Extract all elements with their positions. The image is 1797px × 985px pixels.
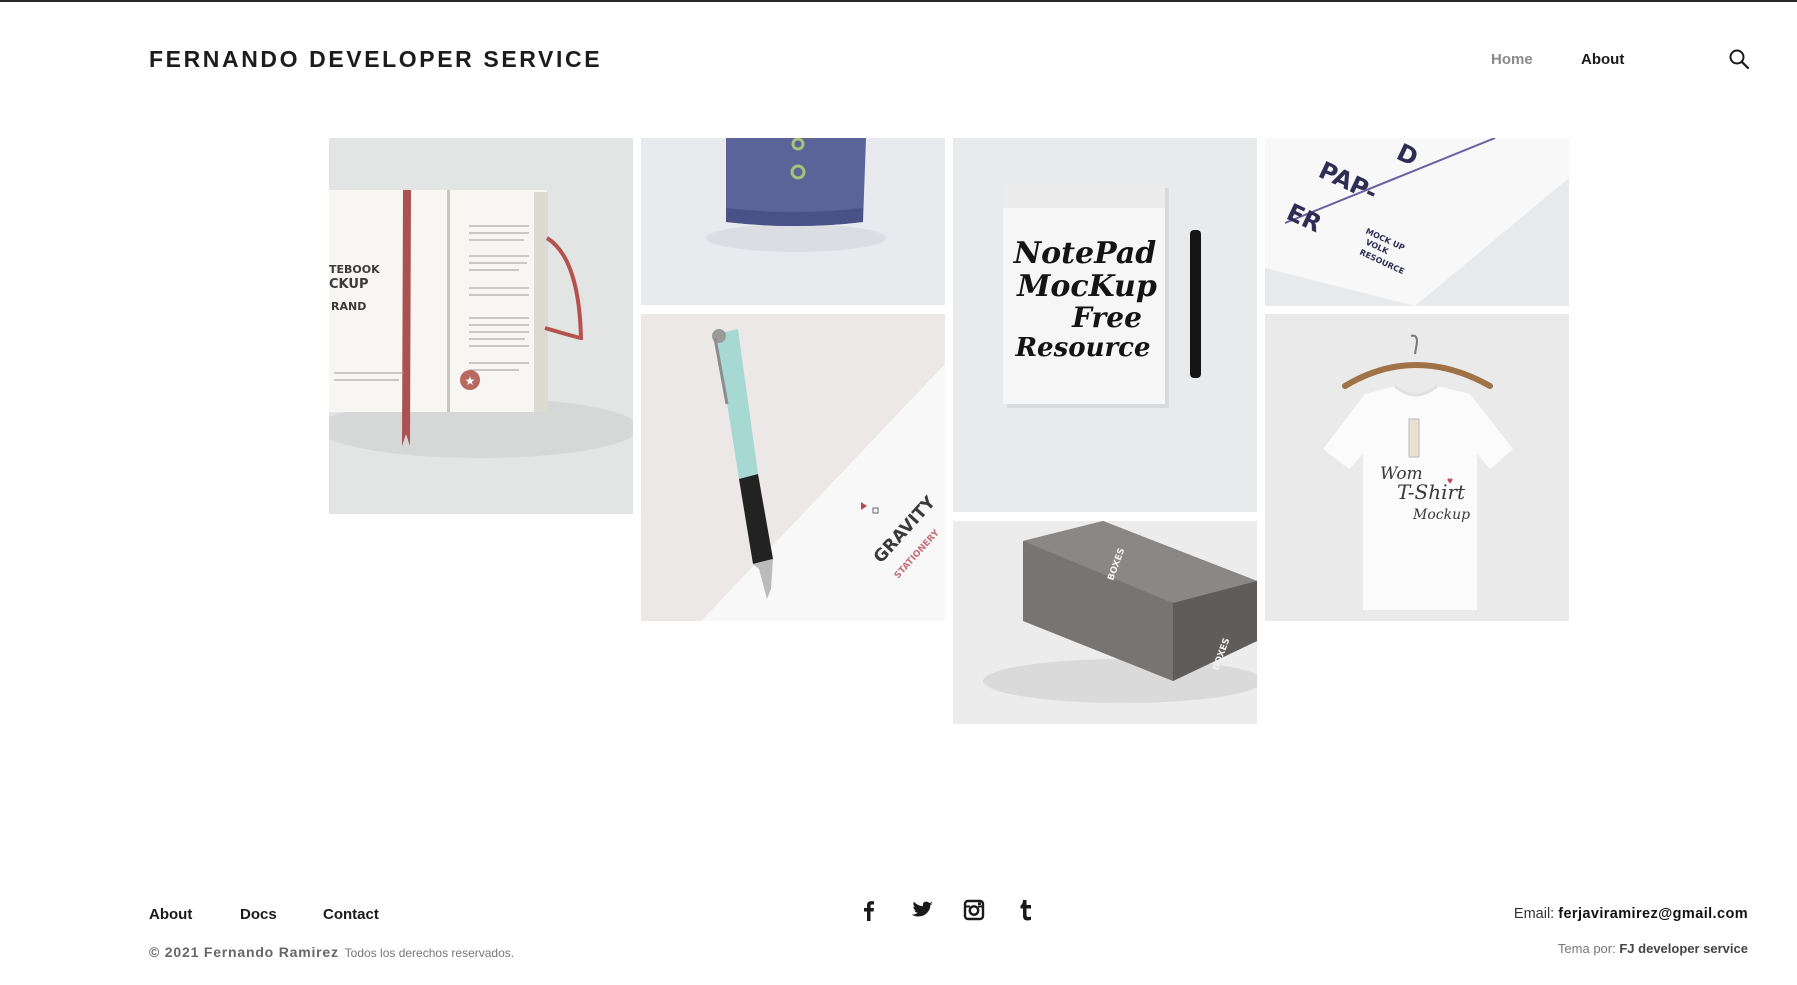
notepad-text-3: Free — [1071, 301, 1142, 334]
notepad-text-2: MocKup — [1016, 269, 1157, 304]
svg-text:★: ★ — [465, 374, 476, 388]
notebook-text-3: RAND — [331, 300, 366, 313]
site-title[interactable]: FERNANDO DEVELOPER SERVICE — [149, 46, 602, 73]
gallery-image-boxes[interactable]: BOXES BOXES — [953, 521, 1257, 724]
email-label: Email: — [1513, 906, 1555, 922]
copyright: © 2021 Fernando Ramirez Todos los derech… — [149, 944, 514, 960]
tumblr-icon[interactable] — [1012, 896, 1040, 924]
notepad-text-1: NotePad — [1013, 236, 1157, 271]
svg-text:♥: ♥ — [1447, 476, 1453, 487]
gallery-image-tshirt[interactable]: Wom T-Shirt Mockup ♥ — [1265, 314, 1569, 621]
notebook-text-2: CKUP — [329, 277, 368, 292]
gallery-image-blue-shirt[interactable] — [641, 138, 945, 305]
notebook-text-1: TEBOOK — [329, 263, 380, 276]
twitter-icon[interactable] — [908, 896, 936, 924]
footer-theme-credit: Tema por: FJ developer service — [1558, 941, 1748, 956]
gallery-image-pen[interactable]: GRAVITY STATIONERY — [641, 314, 945, 621]
tshirt-text-3: Mockup — [1412, 507, 1470, 523]
nav-home[interactable]: Home — [1491, 51, 1533, 68]
tshirt-text-2: T-Shirt — [1397, 480, 1466, 504]
gallery-image-paper[interactable]: D PAP- ER MOCK UP VOLK RESOURCE — [1265, 138, 1569, 306]
gallery-image-notepad[interactable]: NotePad MocKup Free Resource — [953, 138, 1257, 512]
theme-author-link[interactable]: FJ developer service — [1619, 941, 1748, 956]
footer-link-about[interactable]: About — [149, 906, 192, 923]
notepad-text-4: Resource — [1014, 333, 1150, 363]
copyright-rights: Todos los derechos reservados. — [344, 946, 515, 960]
theme-label: Tema por: — [1557, 941, 1616, 956]
copyright-owner: © 2021 Fernando Ramirez — [149, 944, 339, 960]
email-address[interactable]: ferjaviramirez@gmail.com — [1558, 906, 1748, 922]
facebook-icon[interactable] — [855, 896, 883, 924]
nav-about[interactable]: About — [1581, 51, 1624, 68]
instagram-icon[interactable] — [960, 896, 988, 924]
footer-link-contact[interactable]: Contact — [323, 906, 379, 923]
footer-link-docs[interactable]: Docs — [240, 906, 277, 923]
search-icon[interactable] — [1727, 47, 1751, 71]
top-border — [0, 0, 1797, 2]
footer-email: Email: ferjaviramirez@gmail.com — [1514, 906, 1748, 922]
gallery-image-notebook[interactable]: TEBOOK CKUP RAND ★ — [329, 138, 633, 514]
